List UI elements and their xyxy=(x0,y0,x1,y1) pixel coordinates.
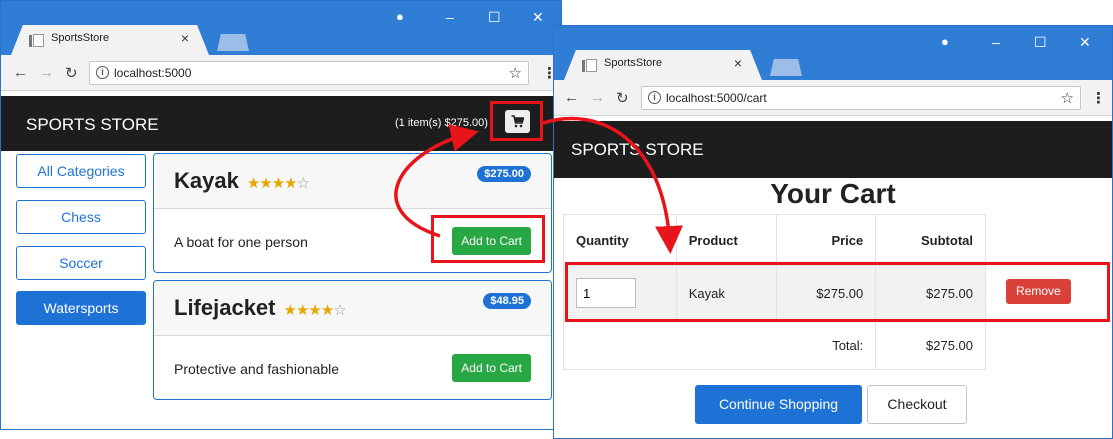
annotation-arrows xyxy=(394,116,683,254)
annotation-arrow-to-cart-line xyxy=(542,116,683,254)
annotation-arrow-to-cart-button xyxy=(394,124,479,238)
